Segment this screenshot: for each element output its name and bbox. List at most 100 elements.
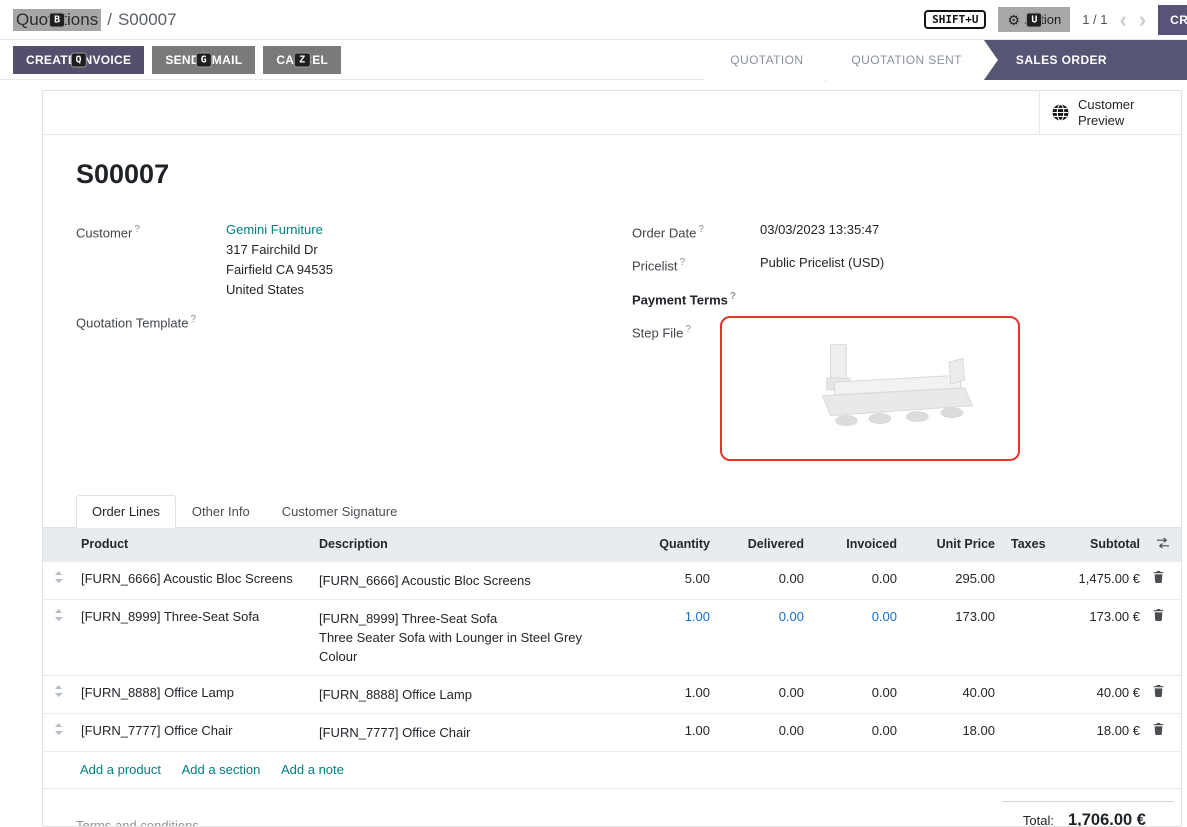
cell-taxes[interactable] <box>1003 713 1053 751</box>
drag-handle-icon[interactable] <box>43 599 73 675</box>
shortcut-key-badge: SHIFT+U <box>924 10 986 29</box>
header-subtotal[interactable]: Subtotal <box>1053 528 1148 562</box>
cell-delivered[interactable]: 0.00 <box>718 599 812 675</box>
cell-taxes[interactable] <box>1003 561 1053 599</box>
breadcrumb-quotations[interactable]: Quotations B <box>13 9 101 31</box>
customer-preview-button[interactable]: Customer Preview <box>1039 91 1181 134</box>
header-quantity[interactable]: Quantity <box>621 528 718 562</box>
tab-order-lines[interactable]: Order Lines <box>76 495 176 528</box>
label-text: Quotation Template <box>76 315 189 330</box>
help-marker: ? <box>191 314 197 325</box>
cell-invoiced[interactable]: 0.00 <box>812 599 905 675</box>
sheet-footer: Terms and conditions... Total: 1,706.00 … <box>76 789 1148 827</box>
cell-invoiced[interactable]: 0.00 <box>812 675 905 713</box>
cell-delivered[interactable]: 0.00 <box>718 675 812 713</box>
add-product-link[interactable]: Add a product <box>80 762 161 777</box>
tab-other-info[interactable]: Other Info <box>176 495 266 528</box>
globe-icon <box>1052 104 1069 121</box>
help-marker: ? <box>685 324 691 335</box>
label-text: Payment Terms <box>632 292 728 307</box>
header-handle <box>43 528 73 562</box>
top-navigation-bar: Quotations B / S00007 SHIFT+U ⚙ Action U… <box>0 0 1187 40</box>
quotation-template-field: Quotation Template? <box>76 310 592 333</box>
step-file-field: Step File? <box>632 320 1148 461</box>
customer-preview-label: Customer Preview <box>1078 97 1148 129</box>
header-unit-price[interactable]: Unit Price <box>905 528 1003 562</box>
label-text: Customer <box>76 225 132 240</box>
action-buttons-group: CREATE INVOICE Q SEND EMAIL G CANCEL Z <box>13 40 341 79</box>
header-delivered[interactable]: Delivered <box>718 528 812 562</box>
row-spacer <box>1168 675 1181 713</box>
header-product[interactable]: Product <box>73 528 311 562</box>
delete-row-icon[interactable] <box>1148 599 1168 675</box>
cell-taxes[interactable] <box>1003 599 1053 675</box>
total-value: 1,706.00 € <box>1068 811 1146 827</box>
status-bar: QUOTATION QUOTATION SENT SALES ORDER <box>704 40 1187 80</box>
header-invoiced[interactable]: Invoiced <box>812 528 905 562</box>
status-step-sales-order[interactable]: SALES ORDER <box>984 40 1187 80</box>
pager-prev-icon[interactable]: ‹ <box>1119 9 1126 31</box>
form-card-header: Customer Preview <box>43 91 1181 135</box>
cell-invoiced[interactable]: 0.00 <box>812 713 905 751</box>
tab-customer-signature[interactable]: Customer Signature <box>266 495 414 528</box>
send-email-button[interactable]: SEND EMAIL G <box>152 46 255 74</box>
cell-description[interactable]: [FURN_7777] Office Chair <box>311 713 621 751</box>
add-section-link[interactable]: Add a section <box>182 762 261 777</box>
cell-product[interactable]: [FURN_6666] Acoustic Bloc Screens <box>73 561 311 599</box>
cell-unit-price[interactable]: 295.00 <box>905 561 1003 599</box>
label-text: Step File <box>632 325 683 340</box>
status-step-quotation-sent[interactable]: QUOTATION SENT <box>825 40 984 80</box>
cell-product[interactable]: [FURN_7777] Office Chair <box>73 713 311 751</box>
header-description[interactable]: Description <box>311 528 621 562</box>
cell-product[interactable]: [FURN_8888] Office Lamp <box>73 675 311 713</box>
terms-and-conditions-input[interactable]: Terms and conditions... <box>76 818 210 827</box>
drag-handle-icon[interactable] <box>43 561 73 599</box>
cancel-button[interactable]: CANCEL Z <box>263 46 341 74</box>
step-file-preview[interactable] <box>720 316 1020 461</box>
cell-unit-price[interactable]: 18.00 <box>905 713 1003 751</box>
cell-quantity[interactable]: 5.00 <box>621 561 718 599</box>
customer-field-value: Gemini Furniture 317 Fairchild Dr Fairfi… <box>226 220 333 300</box>
label-text: Order Date <box>632 225 696 240</box>
pricelist-value[interactable]: Public Pricelist (USD) <box>760 253 884 273</box>
keyboard-hint-badge: Q <box>71 53 85 66</box>
cell-description[interactable]: [FURN_8999] Three-Seat Sofa Three Seater… <box>311 599 621 675</box>
cell-delivered[interactable]: 0.00 <box>718 713 812 751</box>
cell-quantity[interactable]: 1.00 <box>621 675 718 713</box>
delete-row-icon[interactable] <box>1148 675 1168 713</box>
page-title: S00007 <box>76 159 1148 190</box>
order-date-value[interactable]: 03/03/2023 13:35:47 <box>760 220 879 240</box>
create-button[interactable]: CREATE <box>1158 5 1187 35</box>
cell-delivered[interactable]: 0.00 <box>718 561 812 599</box>
add-note-link[interactable]: Add a note <box>281 762 344 777</box>
order-line-row: [FURN_8888] Office Lamp [FURN_8888] Offi… <box>43 675 1181 713</box>
cell-description[interactable]: [FURN_6666] Acoustic Bloc Screens <box>311 561 621 599</box>
cell-invoiced[interactable]: 0.00 <box>812 561 905 599</box>
customer-link[interactable]: Gemini Furniture <box>226 222 323 237</box>
cell-quantity[interactable]: 1.00 <box>621 713 718 751</box>
header-taxes[interactable]: Taxes <box>1003 528 1053 562</box>
pricelist-field: Pricelist? Public Pricelist (USD) <box>632 253 1148 276</box>
cell-unit-price[interactable]: 173.00 <box>905 599 1003 675</box>
pager-next-icon[interactable]: › <box>1139 9 1146 31</box>
cell-subtotal: 173.00 € <box>1053 599 1148 675</box>
cell-taxes[interactable] <box>1003 675 1053 713</box>
status-step-quotation[interactable]: QUOTATION <box>704 40 825 80</box>
totals-panel: Total: 1,706.00 € <box>1002 801 1174 827</box>
action-bar: CREATE INVOICE Q SEND EMAIL G CANCEL Z Q… <box>0 40 1187 80</box>
cell-unit-price[interactable]: 40.00 <box>905 675 1003 713</box>
topbar-right-cluster: SHIFT+U ⚙ Action U 1 / 1 ‹ › CREATE <box>924 5 1187 35</box>
cell-product[interactable]: [FURN_8999] Three-Seat Sofa <box>73 599 311 675</box>
create-invoice-button[interactable]: CREATE INVOICE Q <box>13 46 144 74</box>
cell-description[interactable]: [FURN_8888] Office Lamp <box>311 675 621 713</box>
action-menu-button[interactable]: ⚙ Action U <box>998 7 1070 32</box>
drag-handle-icon[interactable] <box>43 675 73 713</box>
breadcrumb: Quotations B / S00007 <box>13 9 177 31</box>
delete-row-icon[interactable] <box>1148 713 1168 751</box>
status-step-label: SALES ORDER <box>1016 53 1107 67</box>
drag-handle-icon[interactable] <box>43 713 73 751</box>
cell-quantity[interactable]: 1.00 <box>621 599 718 675</box>
table-header-row: Product Description Quantity Delivered I… <box>43 528 1181 562</box>
delete-row-icon[interactable] <box>1148 561 1168 599</box>
toggle-columns-icon[interactable] <box>1156 537 1170 549</box>
